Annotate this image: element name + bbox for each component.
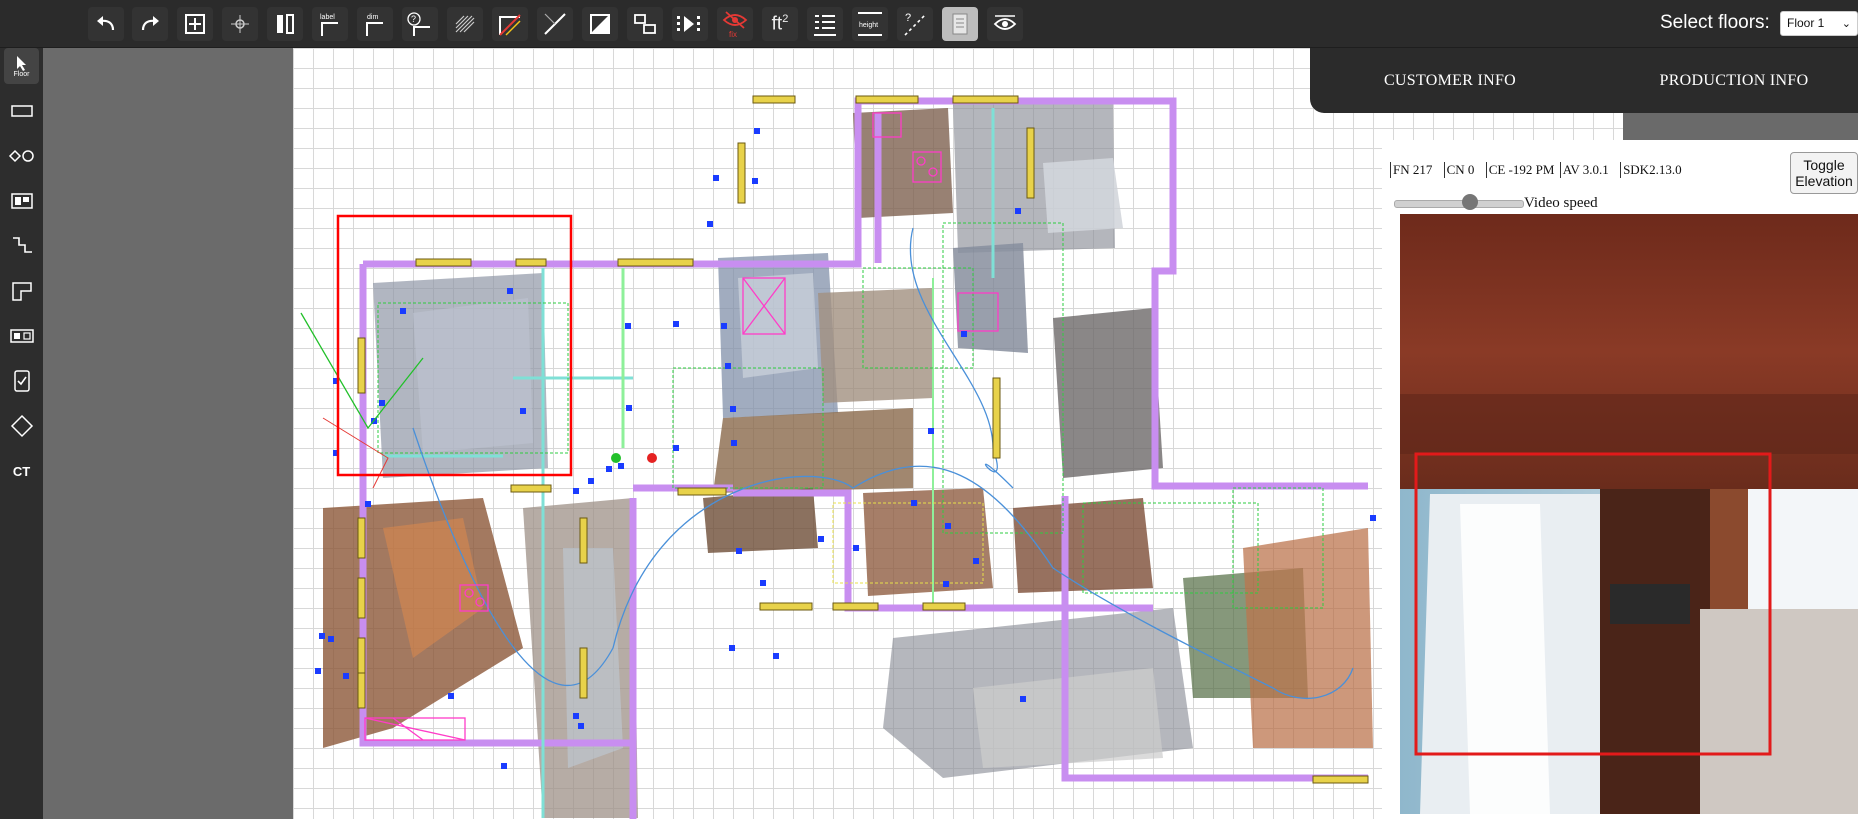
svg-text:label: label xyxy=(320,14,335,21)
eye-slash-icon: fix xyxy=(722,11,748,38)
list-button[interactable] xyxy=(807,7,843,41)
cabinet-tool[interactable] xyxy=(4,318,39,354)
half-fill-icon xyxy=(590,14,610,34)
rooms-icon xyxy=(634,14,656,34)
area-icon: ft2 xyxy=(771,12,789,35)
hide-fix-button[interactable]: fix xyxy=(717,7,753,41)
video-frame[interactable] xyxy=(1400,214,1858,814)
svg-text:?: ? xyxy=(411,14,416,24)
wall-rectangle-icon xyxy=(10,105,33,117)
window-icon xyxy=(10,193,33,209)
tab-customer-info[interactable]: CUSTOMER INFO xyxy=(1310,48,1590,113)
select-tool-label: Floor xyxy=(13,70,30,78)
select-floors-label: Select floors: xyxy=(1660,12,1770,33)
height-icon: height xyxy=(858,12,882,36)
slash-wall-icon xyxy=(499,14,521,36)
stairs-icon xyxy=(12,237,32,253)
diagonal-button[interactable] xyxy=(537,7,573,41)
chevron-down-icon: ⌄ xyxy=(1841,18,1851,30)
checklist-tool[interactable] xyxy=(4,363,39,399)
window-tool[interactable] xyxy=(4,183,39,219)
select-tool[interactable]: Floor xyxy=(4,48,39,84)
slash-wall-button[interactable] xyxy=(492,7,528,41)
play-frames-icon xyxy=(677,16,700,32)
label-icon: label xyxy=(320,14,338,36)
svg-text:dim: dim xyxy=(367,14,378,21)
floor-select-value: Floor 1 xyxy=(1787,16,1825,30)
diagonal-icon xyxy=(544,13,566,35)
ct-tool[interactable]: CT xyxy=(4,453,39,489)
stat-av: AV 3.0.1 xyxy=(1559,162,1609,178)
undo-button[interactable] xyxy=(88,7,124,41)
toggle-elevation-button[interactable]: Toggle Elevation xyxy=(1790,152,1858,194)
diamond-icon xyxy=(10,414,33,438)
play-frames-button[interactable] xyxy=(672,7,708,41)
eye-icon xyxy=(993,15,1017,30)
canvas-margin xyxy=(43,48,293,819)
split-view-icon xyxy=(277,14,294,34)
point-cloud xyxy=(323,103,1373,818)
ct-icon: CT xyxy=(12,463,31,479)
fix-text: fix xyxy=(729,30,737,38)
fit-view-icon xyxy=(185,14,205,34)
rooms-button[interactable] xyxy=(627,7,663,41)
diamond-tool[interactable] xyxy=(4,408,39,444)
tool-sidebar: Floor CT xyxy=(0,48,43,819)
video-speed-slider[interactable] xyxy=(1394,200,1524,208)
top-toolbar: label dim ? fix ft2 height ? Select floo… xyxy=(0,0,1858,48)
opening-tool[interactable] xyxy=(4,138,39,174)
redo-icon xyxy=(141,16,159,31)
half-fill-button[interactable] xyxy=(582,7,618,41)
toggle-label-line2: Elevation xyxy=(1795,173,1853,189)
dimension-button[interactable]: dim xyxy=(357,7,393,41)
toggle-label-line1: Toggle xyxy=(1803,157,1845,173)
question-room-icon: ? xyxy=(407,12,430,36)
cursor-icon xyxy=(16,55,26,71)
redo-button[interactable] xyxy=(132,7,168,41)
label-button[interactable]: label xyxy=(312,7,348,41)
stat-pm: PM xyxy=(1535,162,1555,177)
document-button[interactable] xyxy=(942,7,978,41)
unknown-room-button[interactable]: ? xyxy=(402,7,438,41)
split-view-button[interactable] xyxy=(267,7,303,41)
document-icon xyxy=(952,13,968,35)
measure-button[interactable]: ? xyxy=(897,7,933,41)
wall-tool[interactable] xyxy=(4,93,39,129)
shape-tool[interactable] xyxy=(4,273,39,309)
floor-select[interactable]: Floor 1 ⌄ xyxy=(1780,11,1858,36)
cabinet-icon xyxy=(9,329,34,343)
tab-production-info[interactable]: PRODUCTION INFO xyxy=(1610,48,1858,113)
stat-ce: CE -192 xyxy=(1485,162,1532,178)
undo-icon xyxy=(97,16,115,31)
svg-text:?: ? xyxy=(905,12,911,24)
dimension-icon: dim xyxy=(366,14,383,36)
l-shape-icon xyxy=(11,282,32,301)
stairs-tool[interactable] xyxy=(4,228,39,264)
crosshair-icon xyxy=(231,15,249,33)
area-button[interactable]: ft2 xyxy=(762,7,798,41)
end-dot xyxy=(647,453,657,463)
stat-sdk: SDK2.13.0 xyxy=(1620,162,1682,178)
stat-cn: CN 0 xyxy=(1443,162,1474,178)
checklist-icon xyxy=(13,370,30,392)
fit-view-button[interactable] xyxy=(177,7,213,41)
frame-stats: FN 217 CN 0 CE -192 PM AV 3.0.1 SDK2.13.… xyxy=(1390,162,1690,178)
svg-text:height: height xyxy=(859,22,878,29)
center-button[interactable] xyxy=(222,7,258,41)
height-button[interactable]: height xyxy=(852,7,888,41)
info-tabs: CUSTOMER INFO PRODUCTION INFO xyxy=(1310,48,1858,113)
diamond-circle-icon xyxy=(8,149,34,163)
view-button[interactable] xyxy=(987,7,1023,41)
hatch-icon xyxy=(455,15,475,33)
stat-fn: FN 217 xyxy=(1390,162,1432,178)
start-dot xyxy=(611,453,621,463)
measure-icon: ? xyxy=(904,12,926,36)
list-icon xyxy=(814,15,836,36)
video-panel: FN 217 CN 0 CE -192 PM AV 3.0.1 SDK2.13.… xyxy=(1382,140,1858,819)
hatch-button[interactable] xyxy=(447,7,483,41)
video-speed-label: Video speed xyxy=(1524,195,1598,211)
video-image xyxy=(1400,214,1858,814)
